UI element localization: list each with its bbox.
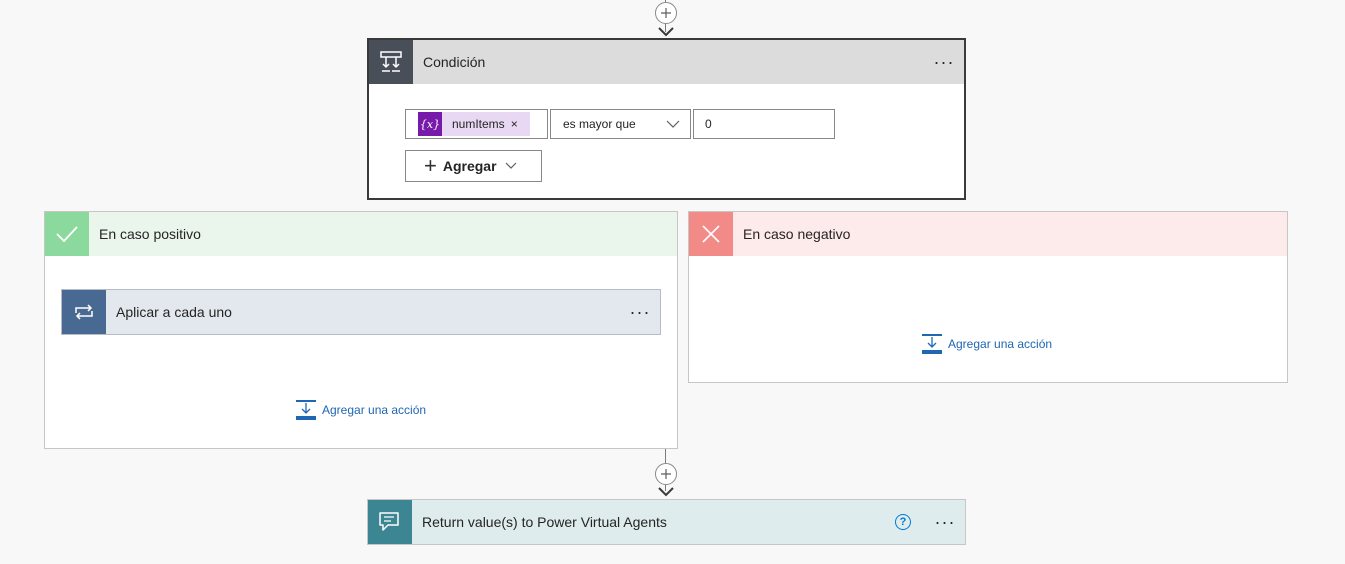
chevron-down-icon — [666, 120, 680, 128]
apply-to-each-more-button[interactable]: ··· — [620, 290, 660, 334]
condition-icon — [380, 51, 402, 72]
return-value-more-button[interactable]: ··· — [925, 500, 965, 544]
close-icon — [702, 225, 720, 243]
condition-icon-box — [369, 40, 413, 84]
operand-value: 0 — [705, 117, 712, 131]
condition-title: Condición — [423, 54, 486, 70]
add-action-icon — [296, 400, 316, 420]
apply-to-each-title: Aplicar a cada uno — [116, 304, 232, 320]
operator-value: es mayor que — [563, 117, 636, 131]
add-condition-button[interactable]: + Agregar — [405, 150, 542, 182]
condition-right-operand[interactable]: 0 — [693, 109, 835, 139]
no-branch-title: En caso negativo — [743, 226, 851, 242]
yes-add-action-link[interactable]: Agregar una acción — [296, 400, 426, 420]
no-icon-box — [689, 212, 733, 256]
loop-icon-box — [62, 290, 106, 334]
yes-branch-title: En caso positivo — [99, 226, 201, 242]
yes-branch: En caso positivo Aplicar a cada uno ··· … — [44, 211, 678, 449]
return-value-card[interactable]: Return value(s) to Power Virtual Agents … — [367, 499, 966, 545]
loop-icon — [75, 304, 93, 320]
condition-left-operand[interactable]: {x} numItems × — [405, 109, 548, 139]
insert-step-button-bottom[interactable] — [655, 463, 677, 485]
dynamic-content-token[interactable]: {x} numItems × — [418, 112, 530, 136]
plus-icon: + — [424, 153, 437, 178]
token-remove-button[interactable]: × — [511, 117, 518, 131]
plus-icon — [661, 469, 671, 479]
add-action-icon — [922, 334, 942, 354]
arrow-down-icon — [658, 487, 674, 497]
add-button-label: Agregar — [442, 158, 497, 174]
no-branch: En caso negativo Agregar una acción — [688, 211, 1288, 383]
connector-line — [665, 449, 666, 463]
add-action-label: Agregar una acción — [948, 337, 1053, 351]
operator-select[interactable]: es mayor que — [550, 109, 691, 139]
help-icon[interactable]: ? — [895, 514, 911, 530]
variable-icon: {x} — [418, 112, 442, 136]
chevron-down-icon — [505, 162, 516, 169]
insert-step-button-top[interactable] — [655, 2, 677, 24]
yes-branch-header[interactable]: En caso positivo — [45, 212, 677, 256]
no-branch-header[interactable]: En caso negativo — [689, 212, 1287, 256]
chat-icon-box — [368, 500, 412, 544]
plus-icon — [661, 8, 671, 18]
condition-more-button[interactable]: ··· — [924, 40, 964, 84]
return-value-title: Return value(s) to Power Virtual Agents — [422, 514, 667, 530]
chat-icon — [379, 512, 399, 531]
apply-to-each-card[interactable]: Aplicar a cada uno ··· — [61, 289, 661, 335]
check-icon — [56, 226, 78, 242]
condition-header[interactable]: Condición ··· — [369, 40, 964, 84]
yes-icon-box — [45, 212, 89, 256]
condition-card[interactable]: Condición ··· {x} numItems × es mayor qu… — [367, 38, 966, 200]
no-add-action-link[interactable]: Agregar una acción — [922, 334, 1052, 354]
arrow-down-icon — [658, 27, 674, 37]
token-label: numItems — [452, 117, 505, 131]
add-action-label: Agregar una acción — [322, 403, 427, 417]
